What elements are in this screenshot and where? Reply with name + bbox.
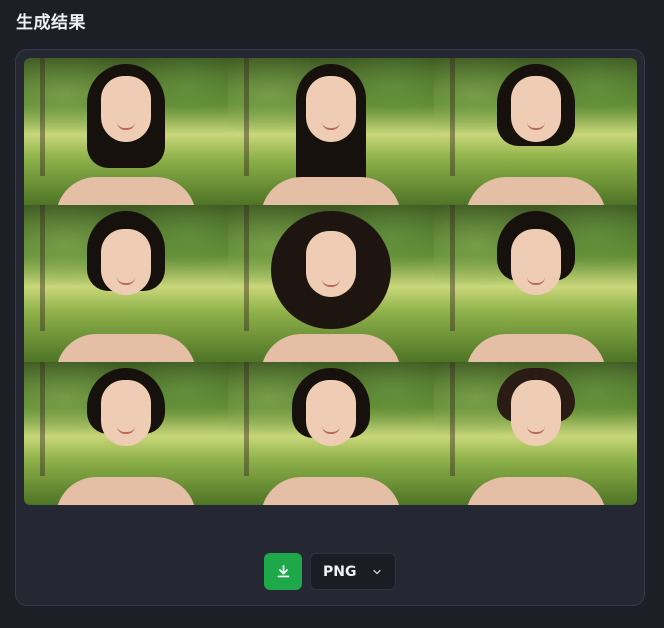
portrait-face bbox=[306, 76, 356, 142]
portrait-shoulders bbox=[261, 334, 401, 362]
result-image-grid[interactable] bbox=[24, 58, 637, 505]
portrait-face bbox=[306, 231, 356, 297]
download-button[interactable] bbox=[264, 553, 302, 590]
result-image-4[interactable] bbox=[24, 205, 228, 362]
result-image-8[interactable] bbox=[228, 362, 434, 505]
download-icon bbox=[275, 563, 292, 580]
portrait-shoulders bbox=[56, 334, 196, 362]
portrait-face bbox=[510, 380, 561, 446]
format-select-value: PNG bbox=[323, 563, 357, 580]
portrait-face bbox=[510, 229, 561, 295]
portrait-face bbox=[101, 229, 151, 295]
portrait-shoulders bbox=[465, 177, 606, 205]
result-image-2[interactable] bbox=[228, 58, 434, 205]
portrait-face bbox=[101, 380, 151, 446]
portrait-shoulders bbox=[56, 477, 196, 505]
result-actions: PNG bbox=[16, 553, 644, 590]
result-image-1[interactable] bbox=[24, 58, 228, 205]
result-image-3[interactable] bbox=[434, 58, 637, 205]
portrait-face bbox=[306, 380, 356, 446]
result-image-7[interactable] bbox=[24, 362, 228, 505]
chevron-down-icon bbox=[371, 566, 383, 578]
result-image-9[interactable] bbox=[434, 362, 637, 505]
format-select[interactable]: PNG bbox=[310, 553, 396, 590]
portrait-face bbox=[101, 76, 151, 142]
result-panel: PNG bbox=[15, 49, 645, 606]
portrait-shoulders bbox=[465, 477, 606, 505]
portrait-face bbox=[510, 76, 561, 142]
result-image-6[interactable] bbox=[434, 205, 637, 362]
result-image-5[interactable] bbox=[228, 205, 434, 362]
portrait-shoulders bbox=[261, 477, 401, 505]
portrait-shoulders bbox=[465, 334, 606, 362]
page-title: 生成结果 bbox=[16, 13, 86, 33]
portrait-shoulders bbox=[56, 177, 196, 205]
portrait-shoulders bbox=[261, 177, 401, 205]
